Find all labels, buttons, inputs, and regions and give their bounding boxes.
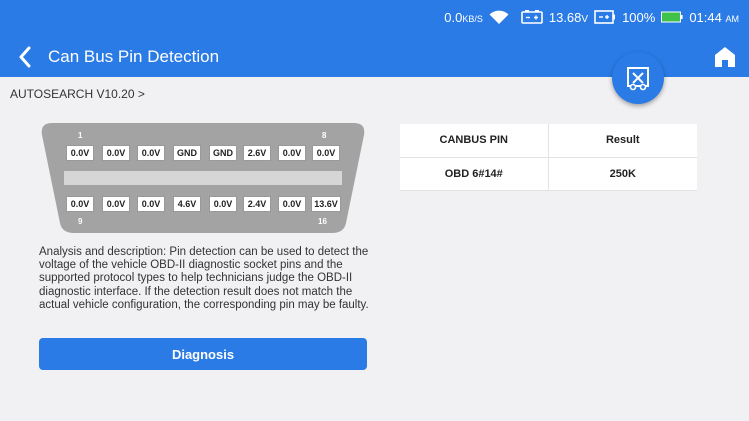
table-header-row: CANBUS PIN Result: [400, 124, 697, 158]
car-battery-icon: [521, 10, 543, 24]
pin-9-voltage: 0.0V: [66, 196, 94, 212]
pin-number-16: 16: [318, 217, 327, 226]
pin-11-voltage: 0.0V: [137, 196, 165, 212]
result-table: CANBUS PIN Result OBD 6#14# 250K: [400, 124, 697, 191]
back-arrow-icon: [19, 46, 31, 68]
breadcrumb[interactable]: AUTOSEARCH V10.20 >: [10, 87, 145, 101]
pin-6-voltage: 2.6V: [243, 145, 271, 161]
pin-12-voltage: 4.6V: [173, 196, 201, 212]
home-button[interactable]: [713, 45, 737, 69]
pin-number-9: 9: [78, 217, 83, 226]
tablet-battery-icon: [661, 11, 683, 23]
pin-15-voltage: 0.0V: [278, 196, 306, 212]
table-row: OBD 6#14# 250K: [400, 157, 697, 191]
pin-16-voltage: 13.6V: [311, 196, 341, 212]
obd-connector: 1 8 9 16 0.0V 0.0V 0.0V GND GND 2.6V 0.0…: [38, 119, 368, 237]
canbus-pin-cell: OBD 6#14#: [400, 157, 549, 191]
column-header-canbus-pin: CANBUS PIN: [400, 124, 549, 158]
pin-13-voltage: 0.0V: [209, 196, 237, 212]
back-button[interactable]: [6, 38, 44, 76]
wifi-icon: [489, 10, 509, 25]
status-bar: 0.0KB/S 13.68V 100% 01:44 AM: [444, 0, 749, 34]
diagnosis-button[interactable]: Diagnosis: [39, 338, 367, 370]
result-cell: 250K: [548, 157, 697, 191]
pin-10-voltage: 0.0V: [102, 196, 130, 212]
battery-icon: [594, 10, 616, 24]
exit-report-button[interactable]: [612, 52, 664, 104]
pin-5-voltage: GND: [209, 145, 237, 161]
pin-1-voltage: 0.0V: [66, 145, 94, 161]
pin-2-voltage: 0.0V: [102, 145, 130, 161]
page-title: Can Bus Pin Detection: [48, 47, 220, 66]
analysis-description: Analysis and description: Pin detection …: [39, 246, 369, 311]
pin-number-1: 1: [78, 131, 83, 140]
vehicle-voltage: 13.68V: [548, 9, 589, 25]
home-icon: [715, 47, 735, 67]
pin-14-voltage: 2.4V: [243, 196, 271, 212]
pin-number-8: 8: [322, 131, 327, 140]
pin-4-voltage: GND: [173, 145, 201, 161]
pin-3-voltage: 0.0V: [137, 145, 165, 161]
battery-percent: 100%: [622, 9, 656, 25]
pin-7-voltage: 0.0V: [278, 145, 306, 161]
network-speed: 0.0KB/S: [444, 9, 483, 25]
exit-report-icon: [627, 67, 649, 91]
pin-8-voltage: 0.0V: [312, 145, 340, 161]
clock: 01:44 AM: [689, 9, 739, 25]
column-header-result: Result: [548, 124, 697, 158]
